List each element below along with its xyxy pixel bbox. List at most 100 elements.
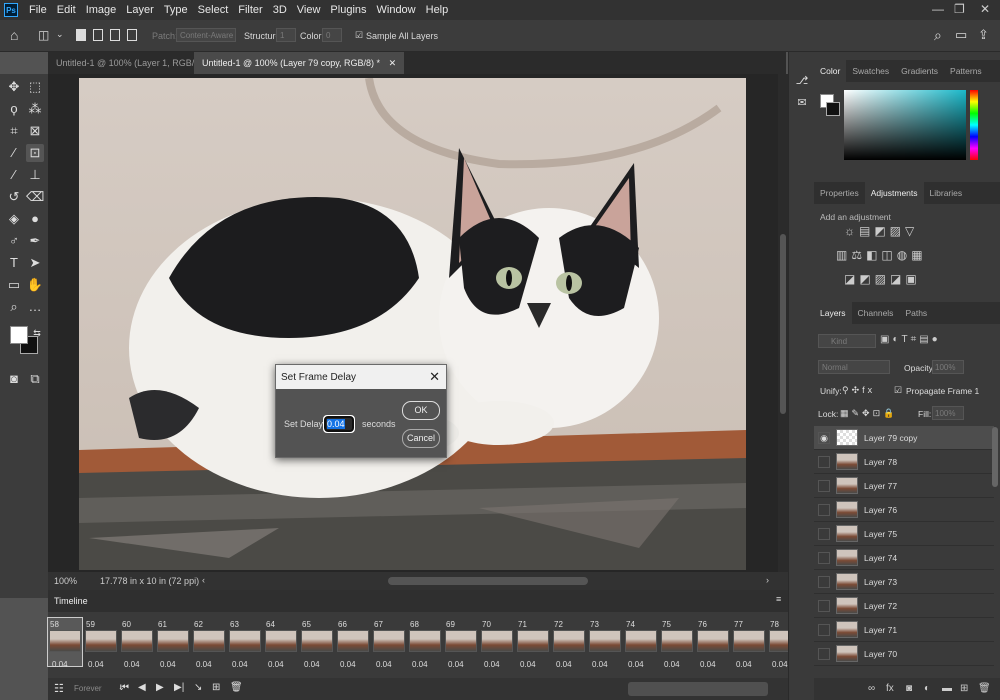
new-adjustment-icon[interactable]: ◐ (924, 683, 930, 694)
rectangle-tool-icon[interactable]: ▭ (5, 276, 23, 294)
path-selection-icon[interactable]: ➤ (26, 254, 44, 272)
visibility-eye-icon[interactable] (818, 648, 830, 660)
new-selection-icon[interactable] (76, 29, 86, 41)
add-mask-icon[interactable]: ◙ (906, 683, 912, 694)
new-layer-icon[interactable]: ⊞ (960, 683, 968, 694)
dodge-tool-icon[interactable]: ♂ (5, 232, 23, 250)
tab-libraries[interactable]: Libraries (924, 182, 969, 204)
patch-tool-preset-icon[interactable]: ◫ (38, 28, 49, 42)
close-tab-icon[interactable]: ✕ (389, 58, 397, 68)
frame-delay[interactable]: 0.04 (340, 660, 356, 669)
add-selection-icon[interactable] (93, 29, 103, 41)
fill-input[interactable]: 100% (932, 406, 964, 420)
menu-type[interactable]: Type (159, 4, 193, 16)
frame-delay[interactable]: 0.04 (736, 660, 752, 669)
tab-gradients[interactable]: Gradients (895, 60, 944, 82)
dialog-close-icon[interactable]: ✕ (429, 369, 440, 385)
eyedropper-tool-icon[interactable]: ⁄ (5, 144, 23, 162)
timeline-frame[interactable]: 59 0.04 (84, 618, 118, 669)
convert-timeline-icon[interactable]: ☷ (54, 682, 64, 695)
marquee-tool-icon[interactable]: ⬚ (26, 78, 44, 96)
layer-row[interactable]: Layer 72 (814, 594, 994, 618)
frame-delay[interactable]: 0.04 (592, 660, 608, 669)
blend-mode-select[interactable]: Normal (818, 360, 890, 374)
frame-delay[interactable]: 0.04 (124, 660, 140, 669)
visibility-eye-icon[interactable] (818, 456, 830, 468)
tab-paths[interactable]: Paths (899, 302, 933, 324)
document-size[interactable]: 17.778 in x 10 in (72 ppi) (100, 576, 199, 586)
frame-delay[interactable]: 0.04 (448, 660, 464, 669)
color-background-swatch[interactable] (826, 102, 840, 116)
arrange-documents-icon[interactable]: ▭ (955, 27, 967, 43)
hand-tool-icon[interactable]: ✋ (26, 276, 44, 294)
play-icon[interactable]: ▶ (156, 682, 164, 693)
timeline-frame[interactable]: 68 0.04 (408, 618, 442, 669)
brush-tool-icon[interactable]: ∕ (5, 166, 23, 184)
timeline-frame[interactable]: 67 0.04 (372, 618, 406, 669)
tab-swatches[interactable]: Swatches (846, 60, 895, 82)
timeline-frame[interactable]: 77 0.04 (732, 618, 766, 669)
timeline-frame[interactable]: 71 0.04 (516, 618, 550, 669)
history-brush-icon[interactable]: ↺ (5, 188, 23, 206)
visibility-eye-icon[interactable] (818, 600, 830, 612)
menu-view[interactable]: View (292, 4, 326, 16)
propagate-checkbox[interactable]: ☑ (894, 385, 902, 396)
menu-plugins[interactable]: Plugins (325, 4, 371, 16)
timeline-frame[interactable]: 74 0.04 (624, 618, 658, 669)
timeline-frame[interactable]: 64 0.04 (264, 618, 298, 669)
frame-delay[interactable]: 0.04 (772, 660, 788, 669)
new-group-icon[interactable]: ▬ (942, 683, 952, 694)
first-frame-icon[interactable]: ⏮ (120, 682, 129, 693)
layer-row[interactable]: Layer 70 (814, 642, 994, 666)
timeline-frame[interactable]: 66 0.04 (336, 618, 370, 669)
canvas-area[interactable] (48, 74, 778, 572)
layer-row[interactable]: Layer 71 (814, 618, 994, 642)
panel-menu-icon[interactable]: ≡ (776, 594, 781, 604)
adjustment-icons-row-2[interactable]: ▥⚖◧◫◍▦ (836, 248, 927, 262)
layer-style-icon[interactable]: fx (886, 683, 894, 694)
type-tool-icon[interactable]: T (5, 254, 23, 272)
visibility-eye-icon[interactable] (818, 624, 830, 636)
magic-wand-icon[interactable]: ⁂ (26, 100, 44, 118)
menu-filter[interactable]: Filter (233, 4, 267, 16)
duplicate-frame-icon[interactable]: ⊞ (212, 682, 220, 693)
hue-slider[interactable] (970, 90, 978, 160)
timeline-frame[interactable]: 70 0.04 (480, 618, 514, 669)
layer-row[interactable]: Layer 77 (814, 474, 994, 498)
chevron-down-icon[interactable]: ⌄ (56, 29, 64, 40)
menu-help[interactable]: Help (421, 4, 454, 16)
timeline-frame[interactable]: 61 0.04 (156, 618, 190, 669)
timeline-frame[interactable]: 62 0.04 (192, 618, 226, 669)
adjustment-icons-row-3[interactable]: ◪◩▨◪▣ (844, 272, 921, 286)
opacity-input[interactable]: 100% (932, 360, 964, 374)
adjustment-icons-row-1[interactable]: ☼▤◩▨▽ (844, 224, 918, 238)
loop-select[interactable]: Forever (74, 684, 102, 693)
frame-delay[interactable]: 0.04 (376, 660, 392, 669)
blur-tool-icon[interactable]: ● (26, 210, 44, 228)
link-layers-icon[interactable]: ∞ (868, 683, 875, 694)
frame-tool-icon[interactable]: ⊠ (26, 122, 44, 140)
frame-delay[interactable]: 0.04 (628, 660, 644, 669)
menu-select[interactable]: Select (193, 4, 234, 16)
frame-delay[interactable]: 0.04 (88, 660, 104, 669)
menu-window[interactable]: Window (372, 4, 421, 16)
color-input[interactable]: 0 (322, 28, 342, 42)
timeline-scrollbar[interactable] (628, 682, 768, 696)
restore-button[interactable]: ❐ (954, 2, 965, 16)
frame-delay[interactable]: 0.04 (556, 660, 572, 669)
patch-tool-icon[interactable]: ⊡ (26, 144, 44, 162)
tween-icon[interactable]: ↘ (194, 682, 202, 693)
horizontal-scroll-thumb[interactable] (388, 577, 588, 585)
visibility-eye-icon[interactable] (818, 552, 830, 564)
ok-button[interactable]: OK (402, 401, 440, 420)
structure-input[interactable]: 1 (276, 28, 296, 42)
lasso-tool-icon[interactable]: ϙ (5, 100, 23, 118)
timeline-frame[interactable]: 58 0.04 (47, 617, 83, 669)
lock-icons[interactable]: ▦✎✥⊡🔒 (840, 408, 897, 419)
visibility-eye-icon[interactable] (818, 528, 830, 540)
more-tools-icon[interactable]: … (26, 298, 44, 316)
swap-colors-icon[interactable]: ⇆ (28, 324, 46, 342)
menu-edit[interactable]: Edit (52, 4, 81, 16)
timeline-title[interactable]: Timeline (54, 596, 88, 606)
frame-delay[interactable]: 0.04 (232, 660, 248, 669)
